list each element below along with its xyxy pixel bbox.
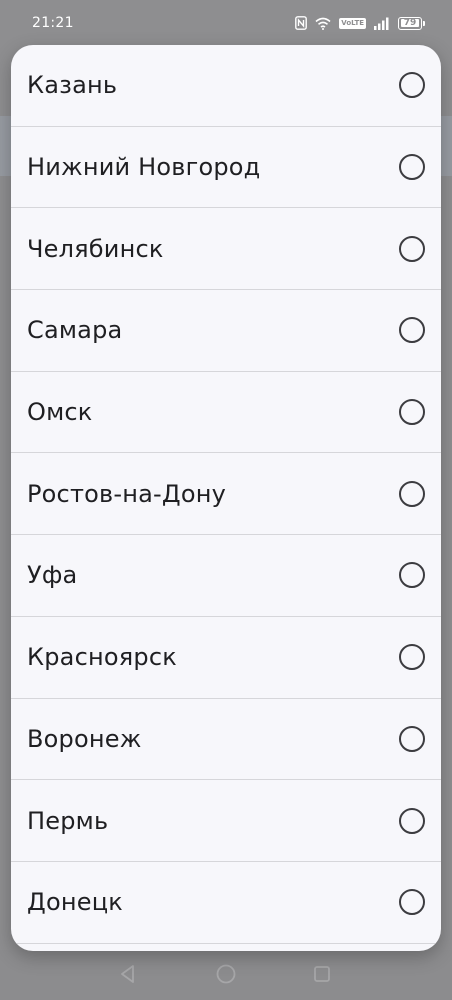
city-option-ufa[interactable]: Уфа bbox=[11, 535, 441, 617]
city-option-label: Ростов-на-Дону bbox=[27, 479, 227, 508]
status-icons: VoLTE 79 bbox=[295, 16, 425, 30]
recents-icon bbox=[314, 966, 330, 982]
radio-button[interactable] bbox=[399, 562, 425, 589]
city-option-label: Омск bbox=[27, 398, 93, 427]
city-option-samara[interactable]: Самара bbox=[11, 290, 441, 372]
city-option-kazan[interactable]: Казань bbox=[11, 45, 441, 127]
radio-button[interactable] bbox=[399, 807, 425, 834]
back-button[interactable] bbox=[116, 962, 140, 986]
city-option-krasnoyarsk[interactable]: Красноярск bbox=[11, 617, 441, 699]
radio-button[interactable] bbox=[399, 480, 425, 507]
status-time: 21:21 bbox=[32, 15, 74, 31]
city-option-label: Красноярск bbox=[27, 643, 177, 672]
radio-button[interactable] bbox=[399, 317, 425, 344]
radio-button[interactable] bbox=[399, 399, 425, 426]
city-list: Казань Нижний Новгород Челябинск Самара … bbox=[11, 45, 441, 944]
home-button[interactable] bbox=[214, 962, 238, 986]
radio-button[interactable] bbox=[399, 725, 425, 752]
radio-button[interactable] bbox=[399, 235, 425, 262]
signal-icon bbox=[374, 17, 390, 30]
battery-icon: 79 bbox=[398, 16, 425, 30]
volte-icon: VoLTE bbox=[339, 17, 366, 29]
city-picker-dialog: Казань Нижний Новгород Челябинск Самара … bbox=[11, 45, 441, 951]
city-option-label: Челябинск bbox=[27, 234, 164, 263]
wifi-icon bbox=[315, 17, 331, 30]
city-option-label: Воронеж bbox=[27, 724, 142, 753]
battery-level: 79 bbox=[401, 19, 419, 28]
city-option-voronezh[interactable]: Воронеж bbox=[11, 699, 441, 781]
radio-button[interactable] bbox=[399, 889, 425, 916]
radio-button[interactable] bbox=[399, 72, 425, 99]
recents-button[interactable] bbox=[310, 962, 334, 986]
city-option-perm[interactable]: Пермь bbox=[11, 780, 441, 862]
city-option-label: Самара bbox=[27, 316, 123, 345]
city-option-chelyabinsk[interactable]: Челябинск bbox=[11, 208, 441, 291]
city-option-label: Донецк bbox=[27, 888, 123, 917]
radio-button[interactable] bbox=[399, 644, 425, 671]
status-bar: 21:21 VoLTE 79 bbox=[0, 0, 452, 46]
city-option-donetsk[interactable]: Донецк bbox=[11, 862, 441, 944]
city-option-nizhny-novgorod[interactable]: Нижний Новгород bbox=[11, 127, 441, 209]
nfc-icon bbox=[295, 16, 308, 30]
city-option-label: Уфа bbox=[27, 561, 78, 590]
back-icon bbox=[121, 965, 134, 983]
city-option-omsk[interactable]: Омск bbox=[11, 372, 441, 454]
city-option-label: Казань bbox=[27, 71, 118, 100]
radio-button[interactable] bbox=[399, 154, 425, 181]
city-option-label: Нижний Новгород bbox=[27, 153, 261, 182]
city-option-rostov-na-donu[interactable]: Ростов-на-Дону bbox=[11, 453, 441, 536]
home-icon bbox=[216, 964, 236, 984]
city-option-label: Пермь bbox=[27, 806, 109, 835]
